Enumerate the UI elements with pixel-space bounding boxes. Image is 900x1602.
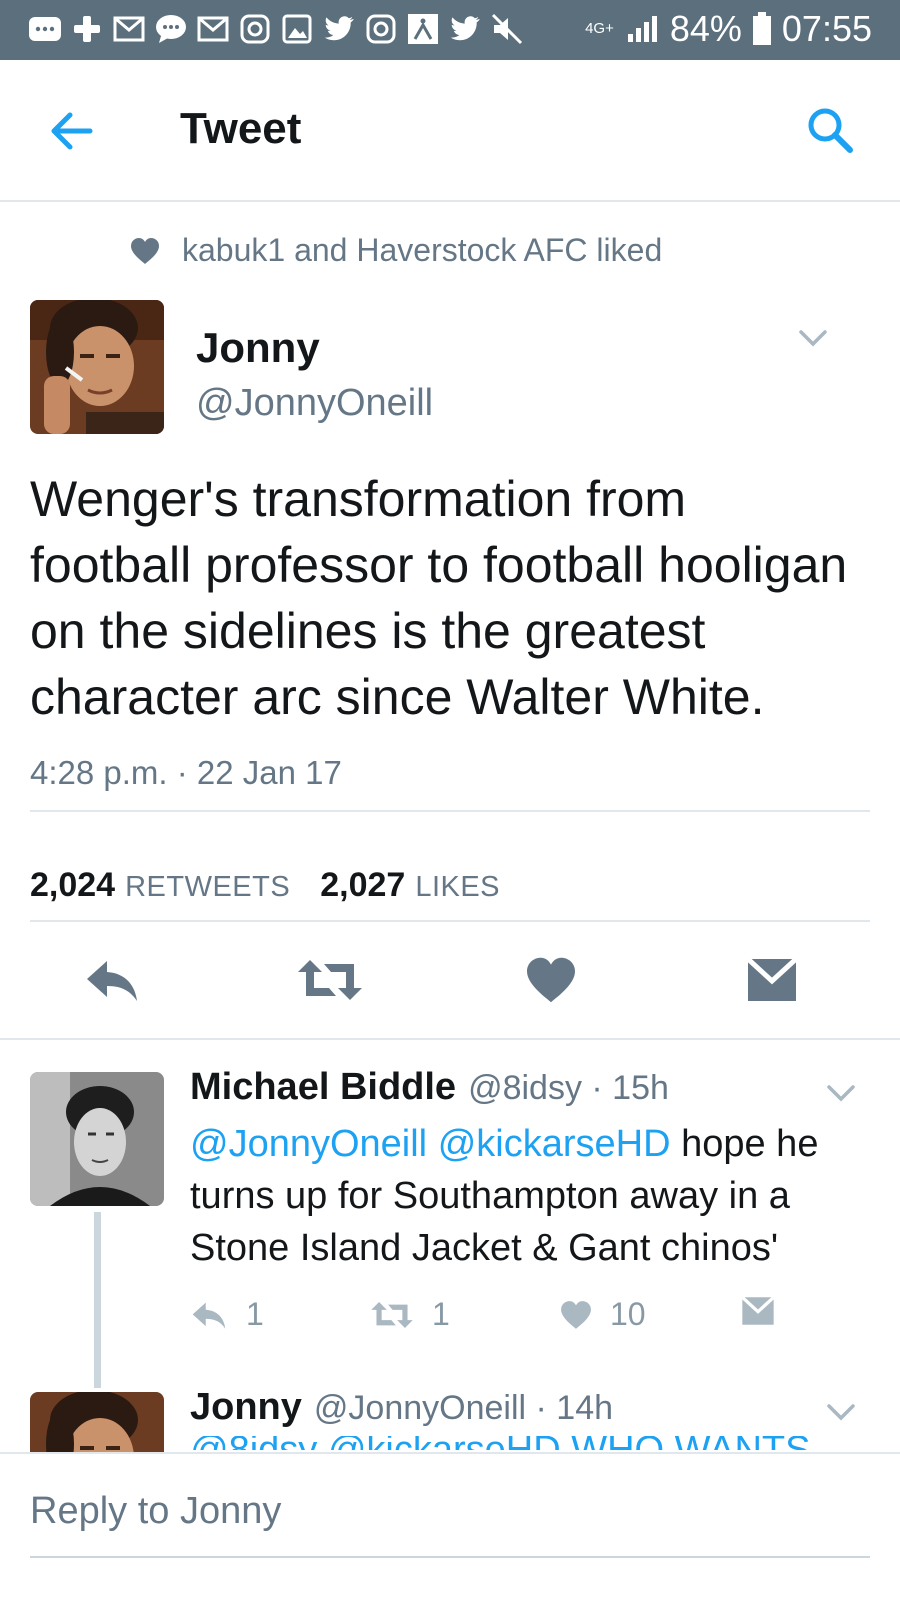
back-button[interactable] <box>46 105 98 157</box>
reply-avatar[interactable] <box>30 1072 164 1206</box>
chat-icon <box>154 12 188 46</box>
heart-icon <box>131 237 159 264</box>
tweet-text-line: character arc since Walter White. <box>30 669 765 725</box>
divider <box>30 920 870 922</box>
mention-link[interactable]: @kickarseHD <box>438 1123 671 1165</box>
likes-count: 2,027 <box>320 866 406 904</box>
reply-meta: @8idsy · 15h <box>468 1069 669 1107</box>
tweet-text: Wenger's transformation from football pr… <box>30 466 880 730</box>
reply-like-button[interactable]: 10 <box>560 1296 646 1333</box>
tweet-stats: 2,024 RETWEETS 2,027 LIKES <box>30 866 500 905</box>
arrow-left-icon <box>51 112 93 150</box>
clock: 07:55 <box>781 8 872 49</box>
tweet-text-line: on the sidelines is the greatest <box>30 603 706 659</box>
likes-stat[interactable]: 2,027 LIKES <box>320 866 500 905</box>
reply-icon <box>87 961 137 1001</box>
reply-text-line: turns up for Southampton away in a <box>190 1175 790 1217</box>
reply-button[interactable] <box>76 950 148 1010</box>
reply-meta: @JonnyOneill · 14h <box>313 1389 614 1427</box>
tweet-timestamp: 4:28 p.m. · 22 Jan 17 <box>30 754 342 791</box>
thread-line <box>94 1212 101 1388</box>
notification-icons <box>28 12 524 46</box>
reply-input[interactable]: Reply to Jonny <box>30 1490 281 1533</box>
reply-dm-button[interactable] <box>740 1296 776 1326</box>
retweet-count: 1 <box>432 1296 450 1332</box>
author-name[interactable]: Jonny <box>196 324 320 372</box>
battery-percent: 84% <box>669 8 742 49</box>
gmail-icon <box>112 12 146 46</box>
likes-label: LIKES <box>415 871 501 903</box>
reply-text-line: Stone Island Jacket & Gant chinos' <box>190 1227 779 1269</box>
like-count: 10 <box>610 1296 646 1332</box>
reply-header: Jonny @JonnyOneill · 14h <box>190 1386 613 1429</box>
envelope-icon <box>741 1296 775 1325</box>
reply-text-line: @JonnyOneill @kickarseHD hope he <box>190 1118 870 1170</box>
status-bar: 4G+ 84% 07:55 <box>0 0 900 60</box>
reply-header: Michael Biddle @8idsy · 15h <box>190 1066 669 1109</box>
messaging-icon <box>28 12 62 46</box>
divider <box>0 1038 900 1040</box>
reply-text-fragment: hope he <box>681 1123 819 1165</box>
instagram-icon <box>364 12 398 46</box>
heart-icon <box>561 1300 591 1329</box>
heart-icon <box>527 957 575 1003</box>
page-title: Tweet <box>180 104 302 153</box>
reply-text-partial: @8idsy @kickarseHD WHO WANTS <box>190 1436 890 1450</box>
social-context: kabuk1 and Haverstock AFC liked <box>130 232 662 269</box>
reply-text-fragment: @8idsy @kickarseHD WHO WANTS <box>190 1436 810 1450</box>
mute-icon <box>490 12 524 46</box>
reply-input-underline <box>30 1556 870 1558</box>
chevron-down-icon <box>827 1085 855 1102</box>
reply-text: @JonnyOneill @kickarseHD hope he turns u… <box>190 1118 870 1274</box>
reply-reply-button[interactable]: 1 <box>190 1296 264 1333</box>
mention-link[interactable]: @JonnyOneill <box>190 1123 427 1165</box>
retweet-icon <box>371 1301 413 1328</box>
tweet-text-line: football professor to football hooligan <box>30 537 848 593</box>
chevron-down-icon <box>799 330 827 347</box>
retweets-label: RETWEETS <box>125 871 291 903</box>
retweets-count: 2,024 <box>30 866 116 904</box>
reply-options-button[interactable] <box>826 1083 856 1103</box>
direct-message-button[interactable] <box>736 950 808 1010</box>
reply-composer: Reply to Jonny <box>0 1452 900 1602</box>
reply-options-button[interactable] <box>826 1402 856 1422</box>
author-handle[interactable]: @JonnyOneill <box>196 382 433 425</box>
chevron-down-icon <box>827 1404 855 1421</box>
gmail-icon <box>196 12 230 46</box>
top-app-bar: Tweet <box>0 60 900 202</box>
retweet-button[interactable] <box>294 950 366 1010</box>
social-context-text: kabuk1 and Haverstock AFC liked <box>182 232 663 268</box>
reply-author-name[interactable]: Jonny <box>190 1386 302 1429</box>
author-avatar[interactable] <box>30 300 164 434</box>
reply-avatar[interactable] <box>30 1392 164 1452</box>
instagram-icon <box>238 12 272 46</box>
reply-author-name[interactable]: Michael Biddle <box>190 1066 456 1109</box>
search-icon <box>808 108 853 153</box>
twitter-icon <box>322 12 356 46</box>
twitter-icon <box>448 12 482 46</box>
status-right: 4G+ 84% 07:55 <box>585 8 872 50</box>
image-icon <box>406 12 440 46</box>
like-button[interactable] <box>515 950 587 1010</box>
reply-retweet-button[interactable]: 1 <box>370 1296 450 1333</box>
battery-icon <box>752 12 771 45</box>
retweet-icon <box>298 960 362 1000</box>
divider <box>30 810 870 812</box>
retweets-stat[interactable]: 2,024 RETWEETS <box>30 866 290 905</box>
envelope-icon <box>746 957 798 1001</box>
network-type: 4G+ <box>585 20 614 37</box>
search-button[interactable] <box>804 104 856 156</box>
reply-icon <box>192 1302 226 1329</box>
tweet-options-button[interactable] <box>798 328 828 348</box>
signal-icon <box>627 16 657 42</box>
tweet-text-line: Wenger's transformation from <box>30 471 687 527</box>
gallery-icon <box>280 12 314 46</box>
app-icon <box>70 12 104 46</box>
reply-count: 1 <box>246 1296 264 1332</box>
